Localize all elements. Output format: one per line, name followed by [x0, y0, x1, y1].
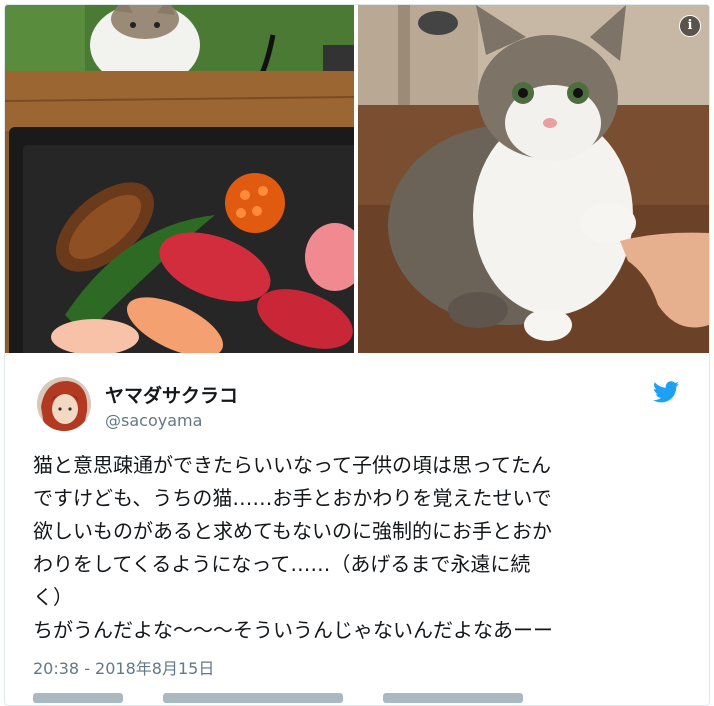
tweet-text-line: 猫と意思疎通ができたらいいなって子供の頃は思ってたん	[33, 453, 551, 477]
photo-cat-handshake[interactable]	[358, 5, 709, 353]
tweet-timestamp[interactable]: 20:38 - 2018年8月15日	[33, 655, 214, 679]
tweet-actions	[33, 691, 673, 705]
photo-sushi-and-cat[interactable]	[5, 5, 354, 353]
user-handle[interactable]: @sacoyama	[105, 411, 202, 430]
tweet-card[interactable]: i ヤマダサクラコ @sacoyama 猫と意思疎通ができたらいいなって子供の頃…	[4, 4, 710, 706]
tweet-text-line: ですけども、うちの猫……お手とおかわりを覚えたせいで	[33, 486, 552, 510]
tweet-media: i	[5, 5, 709, 353]
retweet-action[interactable]	[163, 693, 343, 703]
reply-action[interactable]	[33, 693, 123, 703]
tweet-text-line: 欲しいものがあると求めてもないのに強制的にお手とおか	[33, 519, 552, 543]
twitter-bird-icon[interactable]	[653, 381, 679, 403]
tweet-header: ヤマダサクラコ @sacoyama	[5, 353, 709, 443]
info-icon[interactable]: i	[679, 15, 701, 37]
like-action[interactable]	[383, 693, 523, 703]
tweet-text: 猫と意思疎通ができたらいいなって子供の頃は思ってたん ですけども、うちの猫……お…	[33, 449, 673, 647]
display-name[interactable]: ヤマダサクラコ	[105, 381, 238, 408]
tweet-text-line: ちがうんだよな〜〜〜そういうんじゃないんだよなあーー	[33, 618, 553, 642]
tweet-text-line: く）	[33, 585, 73, 609]
avatar[interactable]	[37, 377, 91, 431]
tweet-text-line: わりをしてくるようになって……（あげるまで永遠に続	[33, 552, 531, 576]
